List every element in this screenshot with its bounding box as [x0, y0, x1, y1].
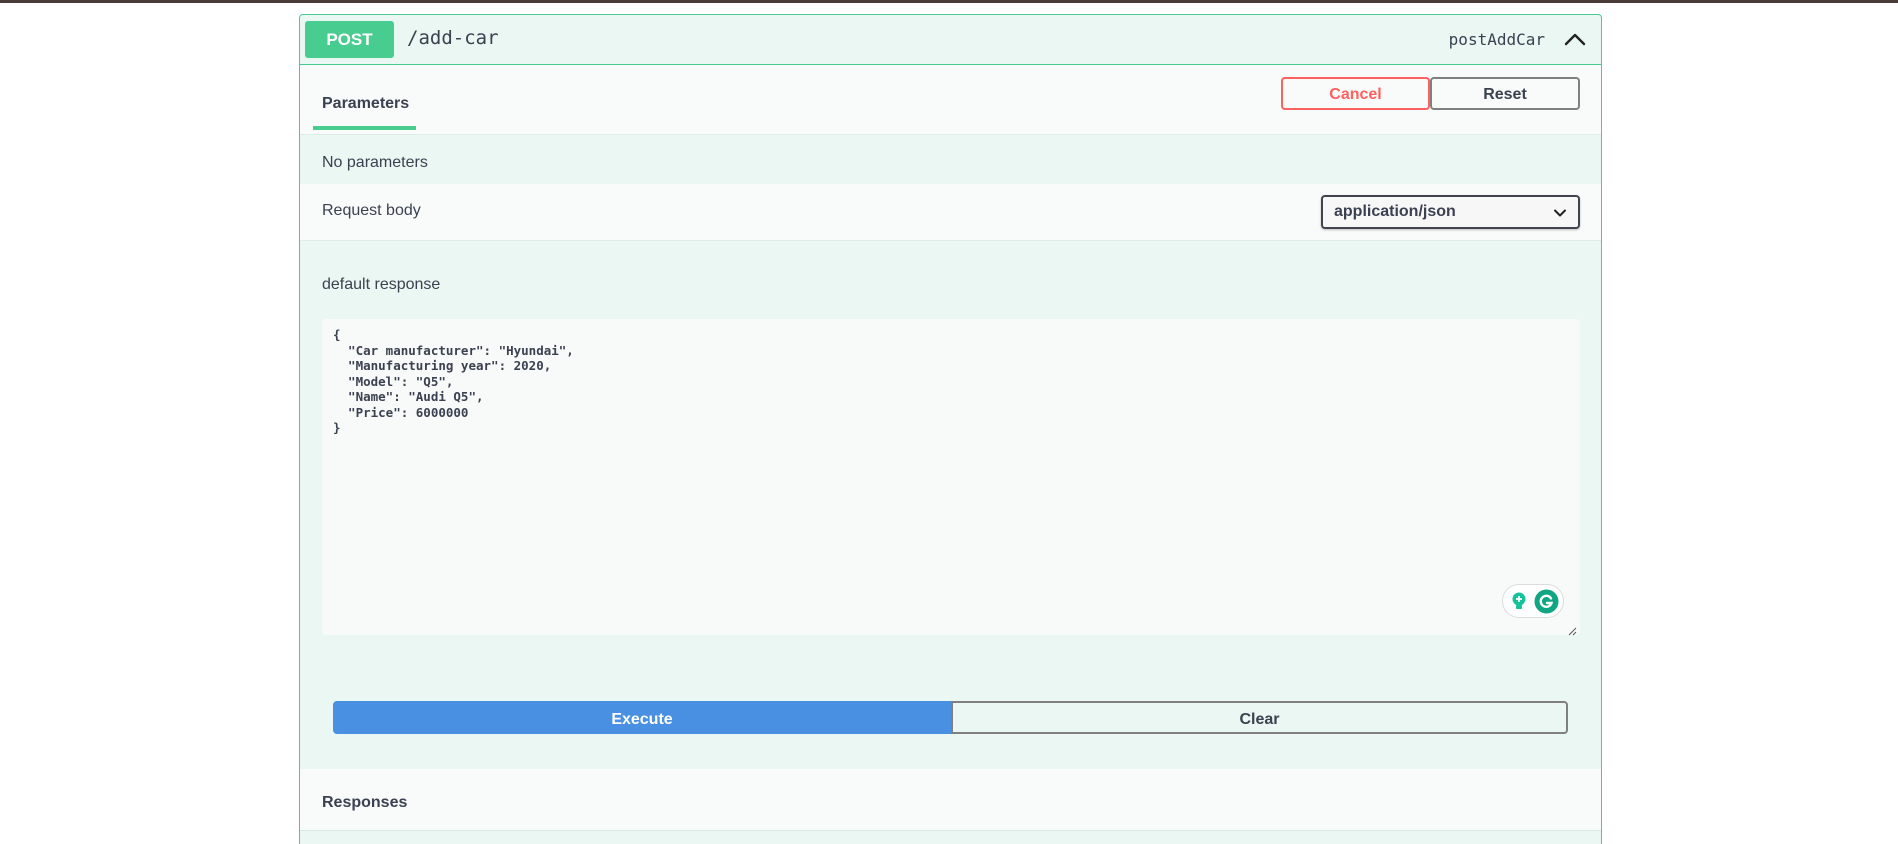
top-border [0, 0, 1898, 3]
method-badge: POST [305, 21, 394, 58]
no-parameters-text: No parameters [322, 154, 428, 171]
chevron-down-icon [1552, 205, 1568, 221]
endpoint-path: /add-car [407, 27, 499, 49]
chevron-up-icon[interactable] [1559, 23, 1591, 55]
responses-header: Responses [300, 769, 1601, 831]
request-body-json[interactable]: { "Car manufacturer": "Hyundai", "Manufa… [333, 327, 574, 436]
operation-id: postAddCar [1448, 30, 1545, 49]
operation-block: POST /add-car postAddCar Parameters Canc… [299, 14, 1602, 844]
content-type-select[interactable]: application/json [1321, 195, 1580, 229]
request-body-editor[interactable]: { "Car manufacturer": "Hyundai", "Manufa… [322, 319, 1580, 636]
grammarly-icon[interactable] [1534, 589, 1559, 614]
execute-wrapper: Execute Clear [333, 701, 1568, 734]
execute-button[interactable]: Execute [333, 701, 951, 734]
content-type-value: application/json [1334, 203, 1456, 220]
grammarly-widget[interactable] [1502, 584, 1564, 618]
example-label: default response [322, 276, 441, 293]
cancel-button[interactable]: Cancel [1281, 77, 1430, 110]
tab-active-indicator [313, 126, 416, 130]
request-body-header: Request body application/json [300, 184, 1601, 241]
reset-button[interactable]: Reset [1430, 77, 1580, 110]
operation-summary[interactable]: POST /add-car postAddCar [300, 15, 1601, 65]
tab-parameters[interactable]: Parameters [322, 95, 409, 113]
resize-handle-icon[interactable] [1568, 623, 1577, 636]
lightbulb-icon[interactable] [1507, 589, 1531, 613]
clear-button[interactable]: Clear [951, 701, 1568, 734]
request-body-label: Request body [322, 202, 421, 219]
responses-title: Responses [322, 794, 408, 811]
